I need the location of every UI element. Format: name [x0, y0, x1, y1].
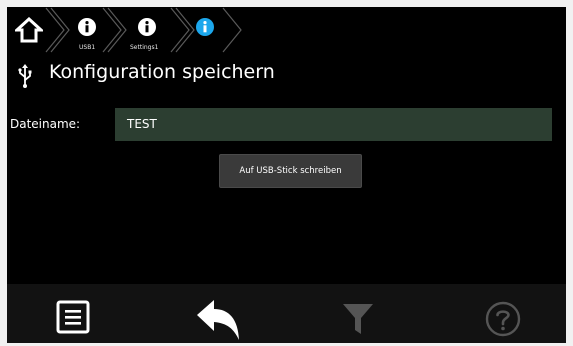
breadcrumb: USB1 Settings1	[7, 7, 566, 53]
help-button	[427, 284, 566, 343]
info-icon[interactable]	[78, 18, 96, 36]
crumb-label-settings1: Settings1	[130, 44, 159, 51]
bottom-toolbar	[7, 284, 566, 343]
back-arrow-icon	[197, 300, 239, 340]
filename-label: Dateiname:	[10, 117, 81, 131]
filter-button	[287, 284, 427, 343]
usb-icon	[18, 64, 32, 88]
page-title: Konfiguration speichern	[49, 61, 275, 83]
home-icon[interactable]	[15, 17, 43, 43]
list-icon	[56, 300, 90, 334]
info-icon-active	[196, 18, 214, 36]
menu-button[interactable]	[7, 284, 147, 343]
write-to-usb-button[interactable]: Auf USB-Stick schreiben	[219, 154, 362, 188]
filename-input[interactable]: TEST	[115, 108, 552, 141]
device-screen: USB1 Settings1 Konfiguration speichern D…	[7, 7, 566, 343]
info-icon[interactable]	[138, 18, 156, 36]
crumb-label-usb1: USB1	[79, 44, 96, 51]
back-button[interactable]	[147, 284, 287, 343]
filter-icon	[343, 304, 373, 334]
help-icon	[485, 301, 521, 337]
